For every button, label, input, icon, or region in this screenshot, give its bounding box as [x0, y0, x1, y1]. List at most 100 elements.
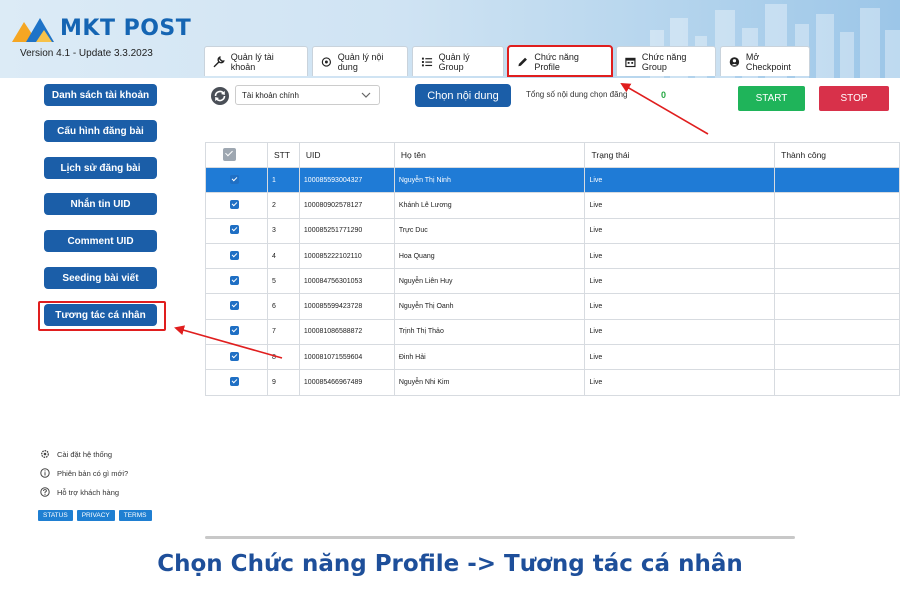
cell-name: Hoa Quang: [393, 242, 586, 270]
start-button[interactable]: START: [738, 86, 805, 111]
column-header-uid[interactable]: UID: [298, 142, 395, 168]
horizontal-scrollbar[interactable]: [205, 536, 795, 539]
cell-status: Live: [584, 268, 776, 295]
row-checkbox-cell[interactable]: [205, 192, 268, 219]
help-icon: [40, 487, 50, 497]
table-header-row: STT UID Họ tên Trạng thái Thành công: [205, 142, 900, 168]
row-checkbox[interactable]: [230, 326, 239, 336]
table-row[interactable]: 3 100085251771290 Trực Duc Live: [205, 217, 900, 244]
column-header-success[interactable]: Thành công: [774, 142, 900, 168]
sidebar-link-whats-new[interactable]: Phiên bản có gì mới?: [40, 468, 128, 478]
cell-stt: 4: [266, 242, 300, 270]
row-checkbox-cell[interactable]: [205, 217, 268, 244]
sidebar-item-seeding-post[interactable]: Seeding bài viết: [44, 267, 157, 289]
tab-label: Quản lý tài khoản: [230, 51, 274, 72]
cell-stt: 6: [266, 293, 300, 320]
cell-uid: 100080902578127: [298, 192, 395, 219]
sidebar-item-post-history[interactable]: Lịch sử đăng bài: [44, 157, 157, 179]
cell-stt: 8: [266, 344, 300, 371]
instruction-caption: Chọn Chức năng Profile -> Tương tác cá n…: [157, 551, 743, 577]
row-checkbox-cell[interactable]: [205, 318, 268, 346]
table-row[interactable]: 2 100080902578127 Khánh Lê Lương Live: [205, 192, 900, 219]
row-checkbox[interactable]: [230, 199, 239, 209]
cell-success: [774, 369, 900, 396]
row-checkbox[interactable]: [230, 377, 239, 387]
privacy-button[interactable]: PRIVACY: [76, 510, 115, 521]
user-circle-icon: [729, 56, 740, 67]
tab-label: Quản lý nội dung: [337, 51, 384, 72]
tab-group-functions[interactable]: Chức năng Group: [616, 46, 716, 76]
sidebar-item-comment-uid[interactable]: Comment UID: [44, 230, 157, 252]
select-all-checkbox-cell[interactable]: [205, 142, 268, 168]
cell-success: [774, 293, 900, 320]
table-row[interactable]: 6 100085599423728 Nguyễn Thị Oanh Live: [205, 293, 900, 320]
cell-uid: 100085593004327: [298, 166, 395, 194]
cell-uid: 100085222102110: [298, 242, 395, 270]
cell-name: Nguyễn Thị Oanh: [393, 293, 586, 320]
cell-success: [774, 192, 900, 219]
cell-success: [774, 344, 900, 371]
brand-name: MKT POST: [60, 15, 192, 41]
row-checkbox-cell[interactable]: [205, 242, 268, 270]
choose-content-button[interactable]: Chọn nội dung: [415, 84, 511, 107]
cell-stt: 5: [266, 268, 300, 295]
tab-label: Chức năng Group: [641, 51, 687, 72]
table-row[interactable]: 7 100081086588872 Trịnh Thị Thảo Live: [205, 318, 900, 346]
row-checkbox-cell[interactable]: [205, 166, 268, 194]
cell-stt: 1: [266, 166, 300, 194]
column-header-status[interactable]: Trạng thái: [584, 142, 776, 168]
sidebar-link-settings[interactable]: Cài đặt hệ thống: [40, 449, 112, 459]
cell-name: Khánh Lê Lương: [393, 192, 586, 219]
cell-status: Live: [584, 242, 776, 270]
table-row[interactable]: 8 100081071559604 Đinh Hải Live: [205, 344, 900, 371]
account-select[interactable]: Tài khoản chính: [235, 85, 380, 105]
stop-button[interactable]: STOP: [819, 86, 889, 111]
status-button[interactable]: STATUS: [38, 510, 73, 521]
cell-status: Live: [584, 192, 776, 219]
sidebar-item-post-config[interactable]: Cấu hình đăng bài: [44, 120, 157, 142]
table-row[interactable]: 5 100084756301053 Nguyễn Liên Huy Live: [205, 268, 900, 295]
column-header-stt[interactable]: STT: [266, 142, 300, 168]
link-label: Cài đặt hệ thống: [57, 449, 113, 459]
table-row[interactable]: 9 100085466967489 Nguyễn Nhi Kim Live: [205, 369, 900, 396]
info-icon: [40, 468, 50, 478]
tab-profile-functions[interactable]: Chức năng Profile: [507, 45, 613, 77]
column-header-name[interactable]: Họ tên: [393, 142, 586, 168]
cell-name: Nguyễn Liên Huy: [393, 268, 586, 295]
row-checkbox-cell[interactable]: [205, 268, 268, 295]
row-checkbox-cell[interactable]: [205, 369, 268, 396]
sidebar-item-message-uid[interactable]: Nhắn tin UID: [44, 193, 157, 215]
tab-content-management[interactable]: Quản lý nội dung: [312, 46, 408, 76]
row-checkbox[interactable]: [230, 275, 239, 285]
cell-success: [774, 318, 900, 346]
terms-button[interactable]: TERMS: [118, 510, 152, 521]
table-row[interactable]: 4 100085222102110 Hoa Quang Live: [205, 242, 900, 270]
row-checkbox-cell[interactable]: [205, 344, 268, 371]
sidebar-item-account-list[interactable]: Danh sách tài khoản: [44, 84, 157, 106]
sidebar-link-support[interactable]: Hỗ trợ khách hàng: [40, 487, 119, 497]
cell-name: Trực Duc: [393, 217, 586, 244]
cell-success: [774, 166, 900, 194]
gear-icon: [41, 450, 49, 458]
cell-stt: 3: [266, 217, 300, 244]
table-row[interactable]: 1 100085593004327 Nguyễn Thị Ninh Live: [205, 166, 900, 194]
select-all-checkbox[interactable]: [223, 147, 236, 161]
tab-group-management[interactable]: Quản lý Group: [412, 46, 504, 76]
cell-name: Đinh Hải: [393, 344, 586, 371]
row-checkbox[interactable]: [230, 351, 239, 361]
row-checkbox[interactable]: [230, 250, 239, 260]
cell-status: Live: [584, 217, 776, 244]
footer-buttons: STATUS PRIVACY TERMS: [38, 510, 152, 521]
wrench-icon: [213, 55, 225, 67]
row-checkbox-cell[interactable]: [205, 293, 268, 320]
tab-open-checkpoint[interactable]: Mở Checkpoint: [720, 46, 810, 76]
tab-account-management[interactable]: Quản lý tài khoản: [204, 46, 308, 76]
total-content-label: Tổng số nội dung chọn đăng: [526, 90, 628, 99]
cell-status: Live: [584, 318, 776, 346]
refresh-icon[interactable]: [210, 86, 230, 106]
cell-stt: 2: [266, 192, 300, 219]
row-checkbox[interactable]: [230, 225, 239, 235]
row-checkbox[interactable]: [230, 301, 239, 311]
calendar-icon: [625, 57, 636, 67]
row-checkbox[interactable]: [230, 174, 239, 184]
